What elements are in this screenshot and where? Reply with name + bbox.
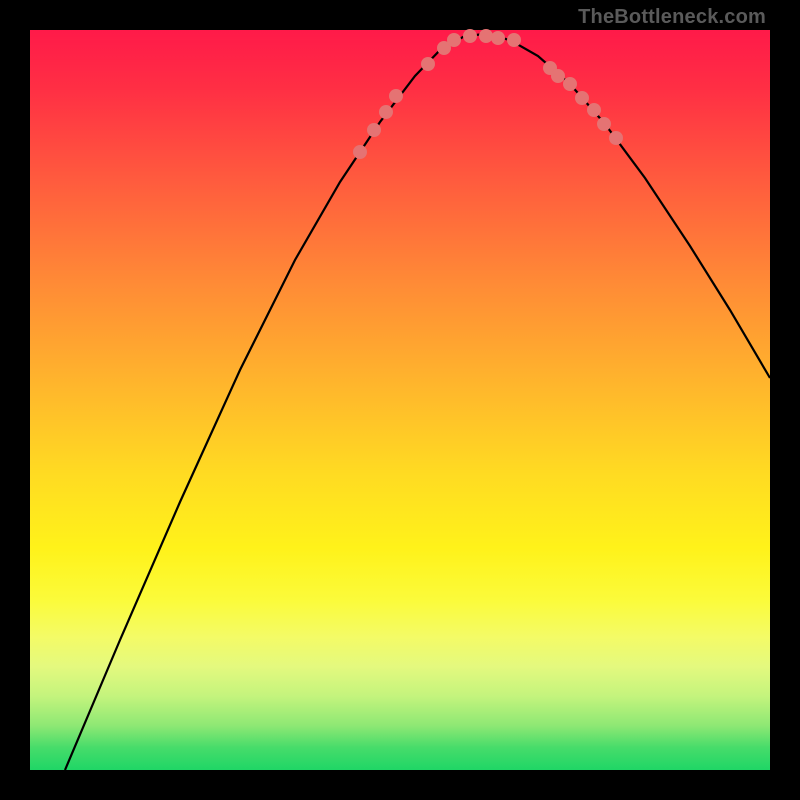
marker-dot	[575, 91, 589, 105]
marker-dot	[367, 123, 381, 137]
marker-dot	[551, 69, 565, 83]
marker-dot	[353, 145, 367, 159]
marker-dot	[447, 33, 461, 47]
marker-dot	[563, 77, 577, 91]
chart-frame: TheBottleneck.com	[0, 0, 800, 800]
marker-dot	[421, 57, 435, 71]
watermark-text: TheBottleneck.com	[578, 6, 766, 29]
chart-svg	[30, 30, 770, 770]
marker-dot	[379, 105, 393, 119]
marker-dot	[507, 33, 521, 47]
marker-dot	[479, 29, 493, 43]
marker-dot	[463, 29, 477, 43]
marker-dot	[597, 117, 611, 131]
marker-dot	[609, 131, 623, 145]
marker-dot	[389, 89, 403, 103]
plot-area	[30, 30, 770, 770]
marker-dots	[353, 29, 623, 159]
marker-dot	[587, 103, 601, 117]
curve-line	[65, 34, 770, 770]
marker-dot	[491, 31, 505, 45]
